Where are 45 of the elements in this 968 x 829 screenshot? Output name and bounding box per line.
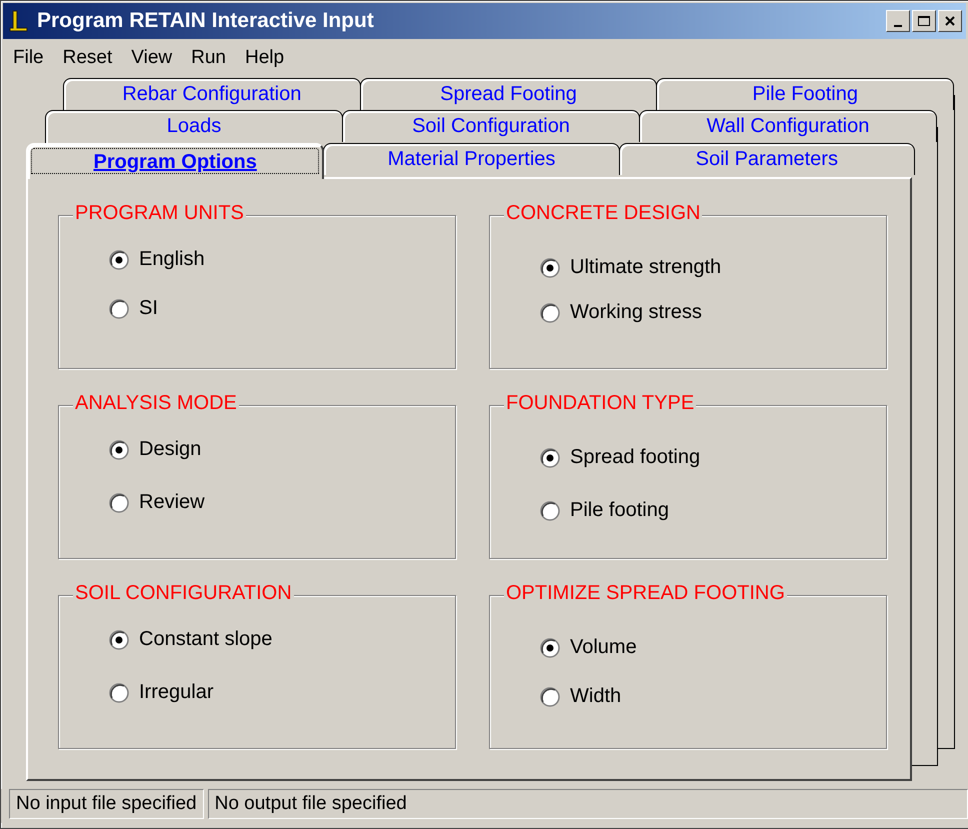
close-icon [944,15,956,27]
radio-button[interactable] [109,492,129,512]
radio-label: Ultimate strength [570,256,722,279]
radio-label: Design [139,438,202,461]
menu-item[interactable]: Help [238,47,298,69]
radio-button[interactable] [540,500,560,520]
radio-button[interactable] [109,298,129,318]
radio-button[interactable] [540,302,560,322]
radio-label: Irregular [139,681,214,704]
menu-item[interactable]: Run [185,47,239,69]
radio-button[interactable] [540,448,560,468]
tab[interactable]: Pile Footing [656,78,954,110]
window-title: Program RETAIN Interactive Input [37,9,375,33]
menu-item[interactable]: File [7,47,57,69]
radio-label: Width [570,685,622,708]
close-button[interactable] [938,10,962,32]
minimize-button[interactable] [886,10,910,32]
app-icon [7,9,29,33]
radio-button[interactable] [109,250,129,270]
radio-button[interactable] [540,638,560,658]
radio-label: Constant slope [139,628,272,651]
radio-button[interactable] [109,682,129,702]
tab[interactable]: Program Options [26,143,324,179]
radio-label: English [139,248,205,271]
radio-label: Working stress [570,301,702,324]
maximize-icon [917,15,931,27]
tab[interactable]: Soil Configuration [342,110,640,142]
maximize-button[interactable] [912,10,936,32]
radio-label: Pile footing [570,499,669,522]
tab[interactable]: Wall Configuration [639,110,937,142]
minimize-icon [894,25,902,27]
tab[interactable]: Spread Footing [360,78,658,110]
radio-button[interactable] [109,630,129,650]
radio-button[interactable] [109,440,129,460]
radio-label: Spread footing [570,446,700,469]
menu-item[interactable]: View [125,47,186,69]
menu-item[interactable]: Reset [56,47,126,69]
radio-label: Volume [570,636,637,659]
radio-button[interactable] [540,686,560,706]
status-text: No input file specified [9,789,204,819]
tab[interactable]: Soil Parameters [618,143,915,175]
radio-label: Review [139,491,205,514]
tab[interactable]: Material Properties [323,143,620,175]
radio-button[interactable] [540,258,560,278]
radio-label: SI [139,297,158,320]
